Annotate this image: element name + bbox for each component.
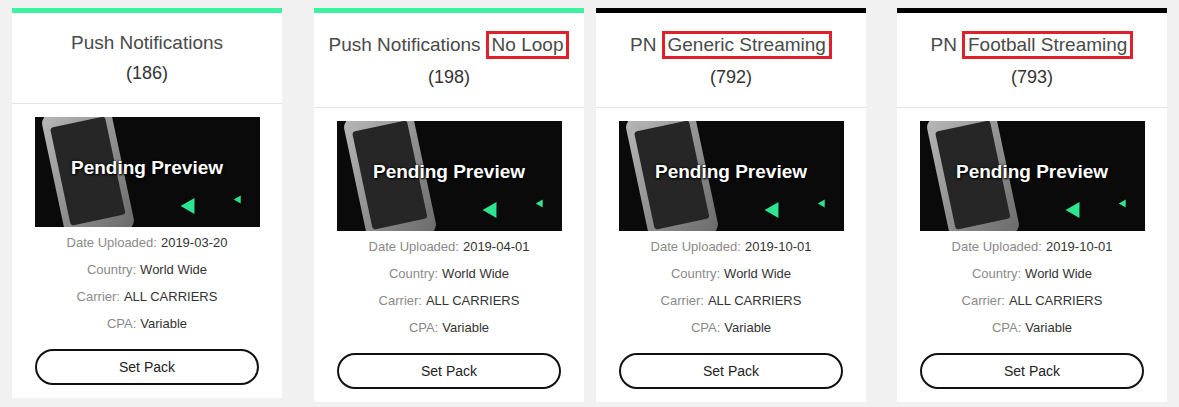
card-title: PNGeneric Streaming [630, 31, 832, 59]
card-details: Date Uploaded:2019-10-01Country:World Wi… [952, 233, 1113, 341]
triangle-icon [233, 193, 243, 203]
triangle-icon [535, 197, 545, 207]
detail-value: World Wide [1025, 260, 1092, 287]
title-part: Push Notifications [71, 31, 223, 55]
preview-image: Pending Preview [35, 117, 260, 227]
triangle-icon [180, 194, 201, 214]
card-count: (198) [428, 65, 470, 89]
pack-card: PNGeneric Streaming (792) Pending Preview D… [596, 8, 866, 402]
detail-value: World Wide [140, 256, 207, 283]
pack-list: Push Notifications (186) Pending Preview Da… [0, 0, 1179, 402]
preview-image: Pending Preview [619, 121, 844, 231]
preview-image: Pending Preview [920, 121, 1145, 231]
detail-label: Country: [87, 256, 136, 283]
detail-value: 2019-03-20 [161, 229, 228, 256]
detail-row: Country:World Wide [389, 260, 509, 287]
detail-row: Country:World Wide [671, 260, 791, 287]
detail-row: CPA:Variable [992, 314, 1072, 341]
detail-row: CPA:Variable [409, 314, 489, 341]
title-part: Generic Streaming [662, 31, 832, 59]
preview-image: Pending Preview [337, 121, 562, 231]
card-header: Push NotificationsNo Loop (198) [314, 13, 584, 108]
set-pack-button[interactable]: Set Pack [337, 353, 561, 389]
detail-label: Carrier: [962, 287, 1005, 314]
card-count: (793) [1011, 65, 1053, 89]
pack-card: PNFootball Streaming (793) Pending Preview… [897, 8, 1167, 402]
detail-row: Carrier:ALL CARRIERS [379, 287, 520, 314]
detail-value: 2019-04-01 [463, 233, 530, 260]
card-title: Push NotificationsNo Loop [329, 31, 570, 59]
detail-row: Carrier:ALL CARRIERS [77, 283, 218, 310]
detail-label: Country: [389, 260, 438, 287]
detail-row: Country:World Wide [972, 260, 1092, 287]
detail-label: Country: [972, 260, 1021, 287]
title-part: Football Streaming [962, 31, 1133, 59]
title-part: PN [630, 33, 656, 57]
detail-label: Carrier: [77, 283, 120, 310]
detail-value: Variable [442, 314, 489, 341]
preview-label: Pending Preview [373, 161, 525, 183]
detail-label: Date Uploaded: [651, 233, 741, 260]
detail-value: World Wide [442, 260, 509, 287]
detail-row: Date Uploaded:2019-03-20 [67, 229, 228, 256]
detail-row: Country:World Wide [87, 256, 207, 283]
card-header: PNGeneric Streaming (792) [596, 13, 866, 108]
triangle-icon [764, 198, 785, 218]
preview-label: Pending Preview [956, 161, 1108, 183]
detail-value: Variable [140, 310, 187, 337]
detail-value: ALL CARRIERS [124, 283, 217, 310]
detail-row: Date Uploaded:2019-10-01 [651, 233, 812, 260]
detail-label: CPA: [409, 314, 438, 341]
detail-label: Date Uploaded: [952, 233, 1042, 260]
pack-card: Push Notifications (186) Pending Preview Da… [12, 8, 282, 398]
detail-value: Variable [724, 314, 771, 341]
set-pack-button[interactable]: Set Pack [920, 353, 1144, 389]
card-details: Date Uploaded:2019-03-20Country:World Wi… [67, 229, 228, 337]
card-title: PNFootball Streaming [931, 31, 1134, 59]
detail-label: CPA: [691, 314, 720, 341]
card-header: Push Notifications (186) [12, 13, 282, 104]
detail-label: CPA: [107, 310, 136, 337]
detail-label: Date Uploaded: [369, 233, 459, 260]
card-header: PNFootball Streaming (793) [897, 13, 1167, 108]
detail-row: Carrier:ALL CARRIERS [661, 287, 802, 314]
set-pack-button[interactable]: Set Pack [619, 353, 843, 389]
title-part: Push Notifications [329, 33, 481, 57]
triangle-icon [482, 198, 503, 218]
detail-label: Date Uploaded: [67, 229, 157, 256]
detail-row: Date Uploaded:2019-04-01 [369, 233, 530, 260]
triangle-icon [1065, 198, 1086, 218]
detail-row: CPA:Variable [107, 310, 187, 337]
detail-value: ALL CARRIERS [1009, 287, 1102, 314]
card-details: Date Uploaded:2019-04-01Country:World Wi… [369, 233, 530, 341]
detail-value: 2019-10-01 [1046, 233, 1113, 260]
detail-value: World Wide [724, 260, 791, 287]
detail-label: Carrier: [379, 287, 422, 314]
detail-label: CPA: [992, 314, 1021, 341]
detail-label: Country: [671, 260, 720, 287]
detail-row: CPA:Variable [691, 314, 771, 341]
title-part: PN [931, 33, 957, 57]
set-pack-button[interactable]: Set Pack [35, 349, 259, 385]
preview-label: Pending Preview [71, 157, 223, 179]
card-details: Date Uploaded:2019-10-01Country:World Wi… [651, 233, 812, 341]
detail-row: Carrier:ALL CARRIERS [962, 287, 1103, 314]
card-count: (792) [710, 65, 752, 89]
triangle-icon [817, 197, 827, 207]
detail-value: 2019-10-01 [745, 233, 812, 260]
pack-card: Push NotificationsNo Loop (198) Pending Pr… [314, 8, 584, 402]
title-part: No Loop [486, 31, 570, 59]
card-count: (186) [126, 61, 168, 85]
triangle-icon [1118, 197, 1128, 207]
detail-label: Carrier: [661, 287, 704, 314]
card-title: Push Notifications [71, 31, 223, 55]
preview-label: Pending Preview [655, 161, 807, 183]
detail-value: ALL CARRIERS [426, 287, 519, 314]
detail-value: Variable [1025, 314, 1072, 341]
detail-row: Date Uploaded:2019-10-01 [952, 233, 1113, 260]
detail-value: ALL CARRIERS [708, 287, 801, 314]
